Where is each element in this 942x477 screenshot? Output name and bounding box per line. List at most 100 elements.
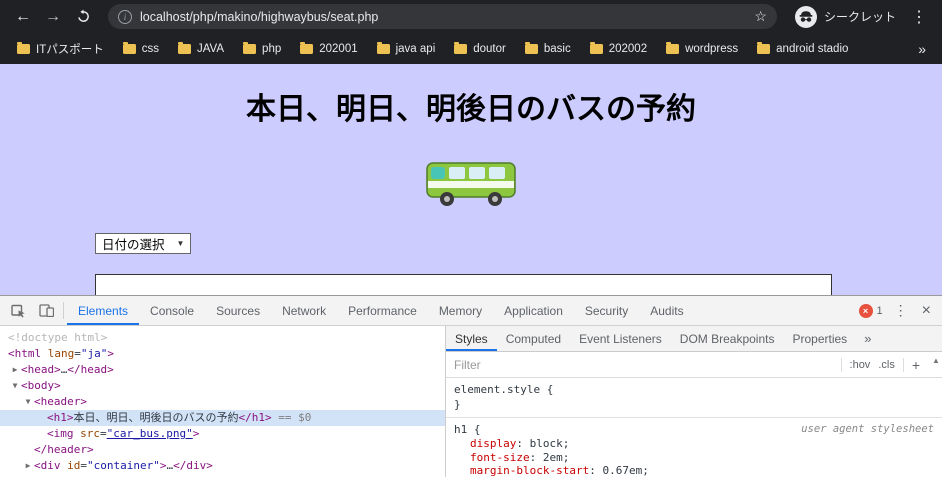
css-property-name: margin-block-start: [470, 464, 590, 477]
subtab-event-listeners[interactable]: Event Listeners: [570, 326, 671, 351]
bus-image: [0, 159, 942, 209]
code-token: 本日、明日、明後日のバスの予約: [73, 411, 239, 424]
toolbar-divider: [63, 302, 64, 319]
new-style-rule-icon[interactable]: +: [912, 357, 920, 373]
code-token: "container": [87, 459, 160, 472]
bookmark-star-icon[interactable]: ☆: [754, 8, 767, 25]
tab-elements[interactable]: Elements: [67, 296, 139, 325]
expand-open-icon[interactable]: ▼: [10, 378, 20, 394]
stylesheet-origin: user agent stylesheet: [801, 423, 934, 435]
css-property[interactable]: display: block;: [454, 437, 934, 451]
folder-icon: [17, 41, 30, 54]
tab-sources[interactable]: Sources: [205, 296, 271, 325]
css-selector[interactable]: h1: [454, 423, 467, 436]
css-selector[interactable]: element.style: [454, 383, 540, 396]
folder-icon: [524, 41, 538, 54]
css-property-name: display: [470, 437, 517, 450]
dom-tree-node[interactable]: ▶ <head>…</head>: [0, 362, 445, 378]
folder-icon: [666, 41, 680, 54]
dom-tree-node[interactable]: </header>: [0, 442, 445, 458]
dom-tree-node[interactable]: ▼ <header>: [0, 394, 445, 410]
bookmark-item[interactable]: css: [116, 40, 166, 58]
inspect-element-icon[interactable]: [4, 296, 32, 325]
tab-console[interactable]: Console: [139, 296, 205, 325]
subtab-dom-breakpoints[interactable]: DOM Breakpoints: [671, 326, 784, 351]
bookmark-label: doutor: [473, 42, 506, 55]
css-property[interactable]: margin-block-start: 0.67em;: [454, 464, 934, 477]
subtab-computed[interactable]: Computed: [497, 326, 570, 351]
code-token: == $0: [271, 411, 312, 424]
page-title: 本日、明日、明後日のバスの予約: [246, 93, 696, 126]
style-rule: element.style {}: [446, 378, 942, 418]
styles-tabs: Styles Computed Event Listeners DOM Breakpo…: [446, 326, 942, 352]
back-icon[interactable]: ←: [10, 4, 36, 30]
tab-memory[interactable]: Memory: [428, 296, 493, 325]
browser-menu-icon[interactable]: ⋮: [906, 4, 932, 30]
bookmark-label: php: [262, 42, 282, 55]
tab-audits[interactable]: Audits: [639, 296, 694, 325]
bookmark-item[interactable]: doutor: [447, 40, 513, 58]
url-text[interactable]: localhost/php/makino/highwaybus/seat.php: [140, 10, 746, 24]
bookmark-label: JAVA: [196, 42, 225, 55]
rule-selector-line: user agent stylesheet h1 {: [454, 423, 934, 436]
bookmark-item[interactable]: java api: [370, 40, 443, 58]
dom-tree-node[interactable]: <html lang="ja">: [0, 346, 445, 362]
info-icon[interactable]: i: [118, 9, 132, 24]
bookmark-item[interactable]: 202002: [583, 40, 654, 58]
bookmark-item[interactable]: php: [236, 40, 288, 58]
bookmark-item[interactable]: 202001: [293, 40, 364, 58]
styles-scrollbar[interactable]: ▲: [930, 353, 942, 477]
browser-window: ← → i localhost/php/makino/highwaybus/se…: [0, 0, 942, 477]
styles-filter-input[interactable]: [454, 357, 833, 372]
bookmark-item[interactable]: basic: [518, 40, 578, 58]
cls-toggle[interactable]: .cls: [878, 359, 895, 371]
tab-performance[interactable]: Performance: [337, 296, 428, 325]
devtools-close-icon[interactable]: ×: [919, 302, 934, 320]
tab-application[interactable]: Application: [493, 296, 574, 325]
style-rules: element.style {} user agent stylesheet h1 …: [446, 378, 942, 477]
address-bar[interactable]: i localhost/php/makino/highwaybus/seat.p…: [108, 4, 777, 29]
reload-icon[interactable]: [70, 4, 96, 30]
dom-tree-node[interactable]: <h1>本日、明日、明後日のバスの予約</h1> == $0: [0, 410, 445, 426]
elements-tree: <!doctype html> <html lang="ja"> ▶ <head>…<…: [0, 326, 446, 477]
date-select[interactable]: 日付の選択 ▼: [95, 233, 192, 254]
code-token: </div>: [173, 459, 213, 472]
forward-icon[interactable]: →: [40, 4, 66, 30]
bookmark-item[interactable]: android stadio: [750, 40, 855, 58]
styles-tabs-overflow-icon[interactable]: »: [858, 326, 877, 351]
hov-toggle[interactable]: :hov: [850, 359, 871, 371]
bookmark-label: ITパスポート: [36, 43, 104, 56]
expand-open-icon[interactable]: ▼: [23, 394, 33, 410]
devtools-menu-icon[interactable]: ⋮: [891, 302, 911, 319]
dom-tree-node[interactable]: ▶ <div id="container">…</div>: [0, 458, 445, 474]
scroll-up-icon[interactable]: ▲: [932, 356, 940, 365]
subtab-styles[interactable]: Styles: [446, 326, 497, 351]
expand-closed-icon[interactable]: ▶: [10, 362, 20, 378]
dom-tree-node[interactable]: <img src="car_bus.png">: [0, 426, 445, 442]
bookmark-item[interactable]: ITパスポート: [10, 38, 111, 60]
folder-icon: [300, 41, 314, 54]
device-toolbar-icon[interactable]: [32, 296, 60, 325]
device-glyph: [38, 304, 54, 317]
style-rule: user agent stylesheet h1 {display: block;…: [446, 418, 942, 477]
incognito-icon: [794, 5, 817, 28]
css-property-value: 0.67em: [602, 464, 643, 477]
dom-tree-node[interactable]: ▼ <body>: [0, 378, 445, 394]
dom-tree-node[interactable]: <!doctype html>: [0, 330, 445, 346]
bookmark-item[interactable]: wordpress: [659, 40, 745, 58]
bookmark-item[interactable]: JAVA: [171, 40, 231, 58]
code-token: </head>: [67, 363, 114, 376]
error-count[interactable]: 1: [877, 305, 883, 317]
code-token: </h1>: [238, 411, 272, 424]
tab-network[interactable]: Network: [271, 296, 337, 325]
bookmarks-bar: ITパスポート css JAVA php 202001 java api doutor bas…: [0, 33, 942, 64]
code-token: <html: [8, 347, 42, 360]
styles-pane: Styles Computed Event Listeners DOM Breakpo…: [446, 326, 942, 477]
bookmarks-overflow-icon[interactable]: »: [912, 41, 932, 57]
tab-security[interactable]: Security: [574, 296, 639, 325]
date-select-label: 日付の選択: [102, 238, 165, 252]
css-property[interactable]: font-size: 2em;: [454, 451, 934, 465]
error-badge-icon[interactable]: ×: [858, 303, 873, 318]
expand-closed-icon[interactable]: ▶: [23, 458, 33, 474]
subtab-properties[interactable]: Properties: [783, 326, 856, 351]
